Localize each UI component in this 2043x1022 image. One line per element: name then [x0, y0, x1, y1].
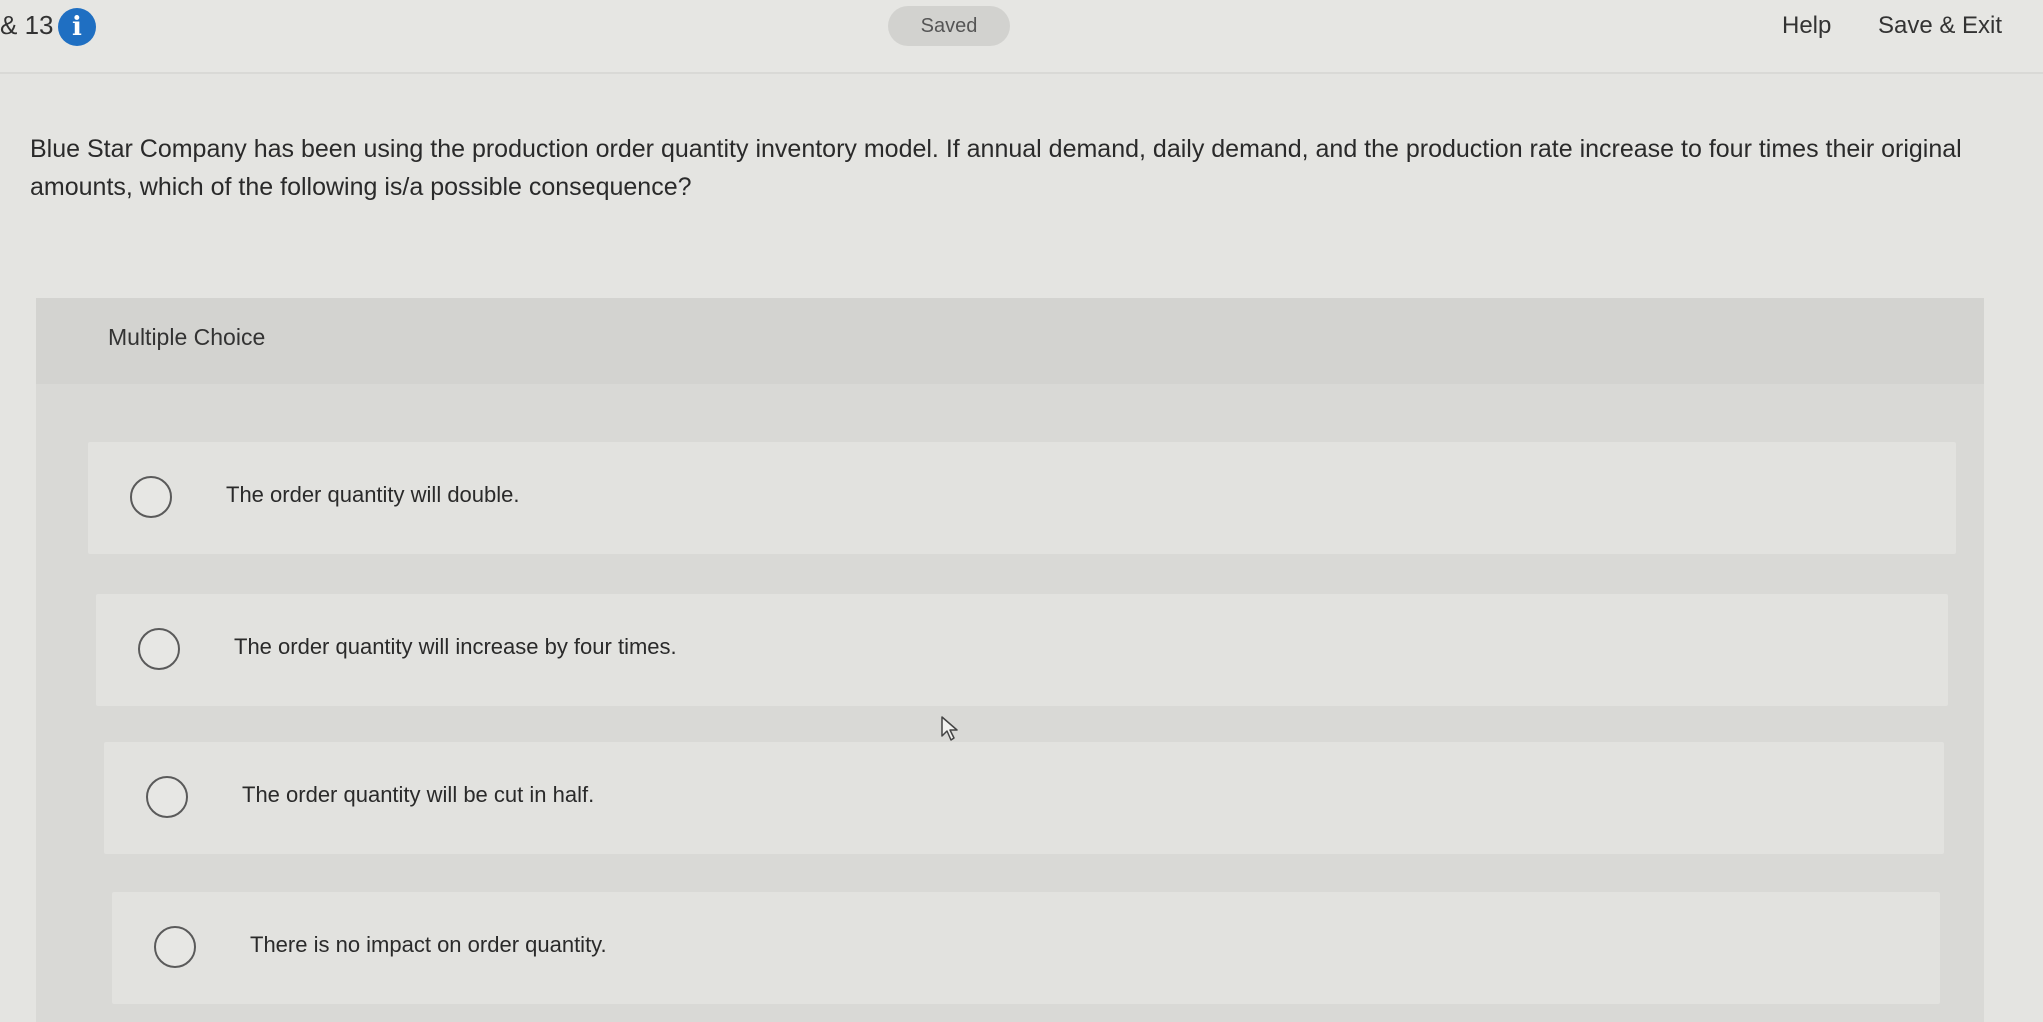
answer-option-text: There is no impact on order quantity.	[250, 932, 607, 957]
radio-button[interactable]	[154, 926, 196, 968]
top-bar: & 13 i Saved Help Save & Exit	[0, 0, 2043, 74]
answer-option-text: The order quantity will increase by four…	[234, 634, 677, 659]
question-number: & 13	[0, 10, 54, 40]
answer-option[interactable]: The order quantity will double.	[88, 442, 1956, 554]
answer-option[interactable]: The order quantity will be cut in half.	[104, 742, 1944, 854]
multiple-choice-panel: Multiple Choice The order quantity will …	[36, 298, 1984, 1022]
multiple-choice-label: Multiple Choice	[108, 324, 266, 350]
radio-button[interactable]	[138, 628, 180, 670]
radio-button[interactable]	[146, 776, 188, 818]
mouse-cursor-icon	[941, 716, 958, 741]
save-exit-link[interactable]: Save & Exit	[1878, 12, 2002, 40]
saved-status-badge: Saved	[888, 6, 1010, 46]
question-text: Blue Star Company has been using the pro…	[30, 135, 1962, 201]
answer-option[interactable]: The order quantity will increase by four…	[96, 594, 1948, 706]
multiple-choice-header: Multiple Choice	[36, 298, 1984, 384]
answer-option-text: The order quantity will be cut in half.	[242, 782, 595, 807]
help-link[interactable]: Help	[1782, 12, 1831, 40]
answer-option-text: The order quantity will double.	[226, 482, 520, 507]
answer-option[interactable]: There is no impact on order quantity.	[112, 892, 1940, 1004]
radio-button[interactable]	[130, 476, 172, 518]
info-icon[interactable]: i	[58, 8, 96, 46]
